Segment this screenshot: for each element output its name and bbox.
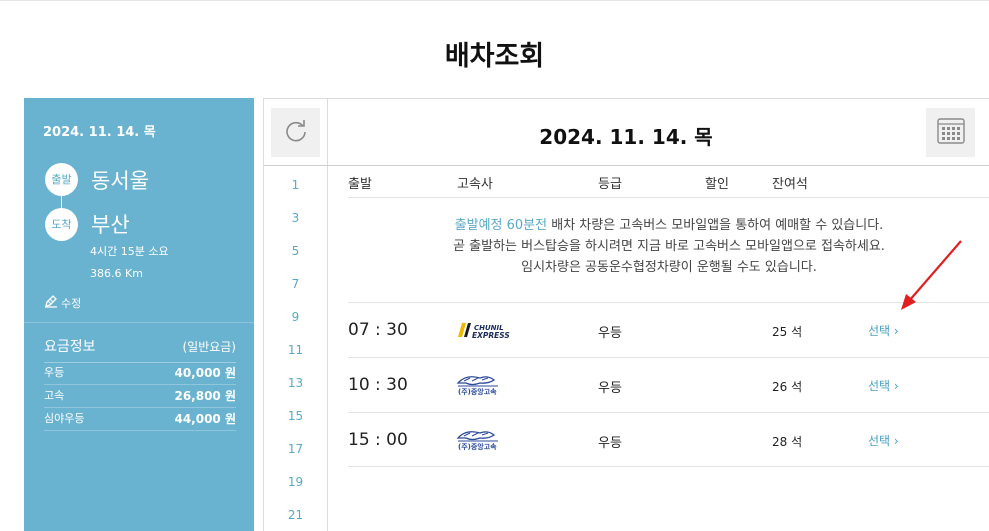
hour-filter-item[interactable]: 17 bbox=[264, 442, 327, 456]
fare-label: 고속 bbox=[44, 389, 65, 402]
bus-grade: 우등 bbox=[598, 436, 622, 451]
column-header-divider bbox=[348, 197, 989, 198]
fare-label: 우등 bbox=[44, 366, 65, 379]
hour-filter-item[interactable]: 21 bbox=[264, 508, 327, 522]
select-label: 선택 bbox=[868, 434, 891, 448]
bus-grade: 우등 bbox=[598, 381, 622, 396]
edit-icon bbox=[44, 294, 58, 311]
departure-time: 07 : 30 bbox=[348, 320, 408, 340]
hour-column-divider bbox=[327, 99, 328, 531]
mobile-app-notice: 출발예정 60분전 배차 차량은 고속버스 모바일앱을 통하여 예매할 수 있습… bbox=[348, 215, 989, 278]
hour-filter-item[interactable]: 7 bbox=[264, 277, 327, 291]
column-seats: 잔여석 bbox=[772, 177, 808, 192]
notice-line3: 임시차량은 공동운수협정차량이 운행될 수도 있습니다. bbox=[521, 260, 817, 275]
edit-label: 수정 bbox=[61, 296, 82, 310]
hour-filter-item[interactable]: 9 bbox=[264, 310, 327, 324]
select-label: 선택 bbox=[868, 324, 891, 338]
fare-value: 44,000 원 bbox=[174, 412, 236, 426]
refresh-icon bbox=[283, 118, 309, 148]
panel-divider bbox=[24, 322, 254, 323]
arrival-badge: 도착 bbox=[45, 208, 78, 241]
chevron-right-icon: › bbox=[893, 324, 899, 338]
select-button[interactable]: 선택 › bbox=[868, 432, 899, 449]
notice-line2: 곧 출발하는 버스탑승을 하시려면 지금 바로 고속버스 모바일앱으로 접속하세… bbox=[453, 239, 885, 254]
notice-line1: 배차 차량은 고속버스 모바일앱을 통하여 예매할 수 있습니다. bbox=[547, 218, 884, 233]
remaining-seats: 28 석 bbox=[772, 435, 803, 449]
hour-filter-item[interactable]: 19 bbox=[264, 475, 327, 489]
remaining-seats: 26 석 bbox=[772, 380, 803, 394]
hour-filter-item[interactable]: 11 bbox=[264, 343, 327, 357]
select-button[interactable]: 선택 › bbox=[868, 322, 899, 339]
fare-label: 심야우등 bbox=[44, 412, 85, 425]
schedule-panel: 2024. 11. 14. 목 1 3 5 7 9 11 13 15 17 19… bbox=[263, 98, 989, 531]
edit-route-button[interactable]: 수정 bbox=[44, 294, 81, 311]
logo-text-jungang: (주)중앙고속 bbox=[458, 442, 497, 451]
hour-filter-item[interactable]: 3 bbox=[264, 211, 327, 225]
travel-distance: 386.6 Km bbox=[90, 267, 143, 280]
calendar-button[interactable] bbox=[926, 108, 975, 157]
remaining-seats: 25 석 bbox=[772, 325, 803, 339]
hour-filter-item[interactable]: 1 bbox=[264, 178, 327, 192]
schedule-date: 2024. 11. 14. 목 bbox=[539, 125, 713, 149]
hour-filter-item[interactable]: 15 bbox=[264, 409, 327, 423]
arrival-city: 부산 bbox=[91, 213, 130, 237]
fare-value: 40,000 원 bbox=[174, 366, 236, 380]
column-grade: 등급 bbox=[598, 177, 622, 192]
selected-date: 2024. 11. 14. 목 bbox=[43, 125, 156, 140]
logo-text-jungang: (주)중앙고속 bbox=[458, 387, 497, 396]
column-departure: 출발 bbox=[348, 177, 372, 192]
hour-filter-item[interactable]: 13 bbox=[264, 376, 327, 390]
fare-row: 우등 40,000 원 bbox=[44, 362, 236, 385]
calendar-icon bbox=[936, 117, 965, 148]
departure-time: 10 : 30 bbox=[348, 375, 408, 395]
top-divider bbox=[0, 0, 989, 1]
select-label: 선택 bbox=[868, 379, 891, 393]
departure-city: 동서울 bbox=[91, 169, 149, 193]
departure-time: 15 : 00 bbox=[348, 430, 408, 450]
annotation-arrow-icon bbox=[901, 240, 962, 310]
company-logo-jungang: (주)중앙고속 bbox=[454, 372, 520, 396]
company-logo-jungang: (주)중앙고속 bbox=[454, 427, 520, 451]
refresh-button[interactable] bbox=[271, 108, 320, 157]
header-divider bbox=[264, 165, 989, 166]
bus-row: 10 : 30 (주)중앙고속 우등 26 석 선택 › bbox=[348, 357, 989, 412]
fare-type: (일반요금) bbox=[182, 340, 236, 354]
fare-title: 요금정보 bbox=[44, 339, 96, 355]
chevron-right-icon: › bbox=[893, 379, 899, 393]
route-connector bbox=[61, 194, 62, 208]
chevron-right-icon: › bbox=[893, 434, 899, 448]
departure-badge: 출발 bbox=[45, 163, 78, 196]
bus-grade: 우등 bbox=[598, 326, 622, 341]
fare-row: 고속 26,800 원 bbox=[44, 385, 236, 408]
column-company: 고속사 bbox=[457, 177, 493, 192]
hour-filter-item[interactable]: 5 bbox=[264, 244, 327, 258]
page-title: 배차조회 bbox=[444, 41, 545, 72]
select-button[interactable]: 선택 › bbox=[868, 377, 899, 394]
fare-header: 요금정보 (일반요금) bbox=[44, 336, 236, 363]
travel-duration: 4시간 15분 소요 bbox=[90, 245, 169, 258]
fare-value: 26,800 원 bbox=[174, 389, 236, 403]
logo-text-express: EXPRESS bbox=[472, 331, 510, 340]
route-info-panel: 2024. 11. 14. 목 출발 도착 동서울 부산 4시간 15분 소요 … bbox=[24, 98, 254, 531]
column-discount: 할인 bbox=[705, 177, 729, 192]
company-logo-chunil: CHUNIL EXPRESS bbox=[454, 317, 520, 341]
notice-highlight: 출발예정 60분전 bbox=[454, 218, 548, 233]
fare-row: 심야우등 44,000 원 bbox=[44, 408, 236, 431]
bus-row: 15 : 00 (주)중앙고속 우등 28 석 선택 › bbox=[348, 412, 989, 467]
bus-row: 07 : 30 CHUNIL EXPRESS 우등 25 석 선택 › bbox=[348, 302, 989, 357]
